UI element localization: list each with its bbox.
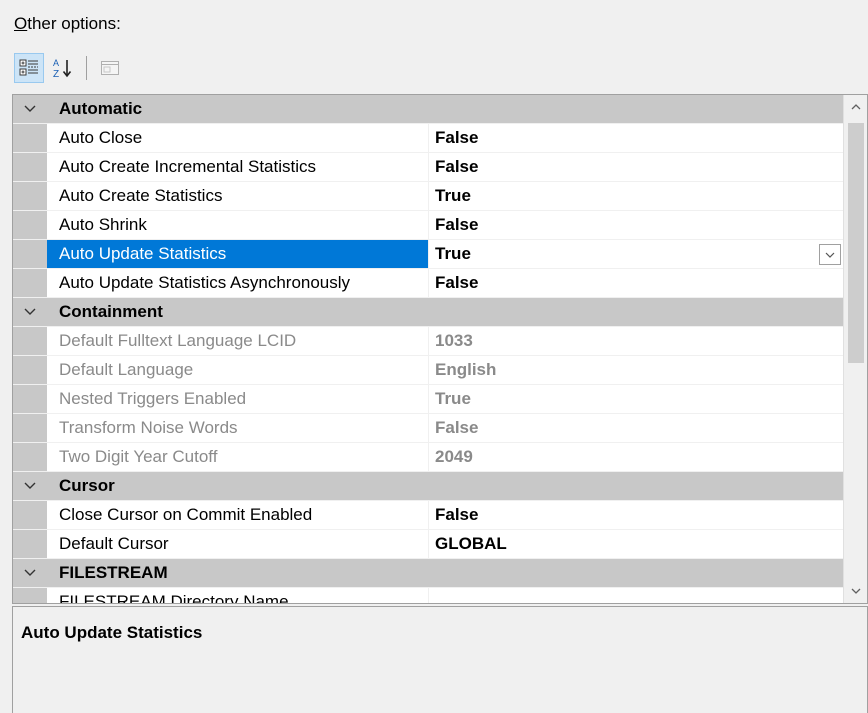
property-value[interactable]: True xyxy=(429,182,843,210)
property-grid-toolbar: A Z xyxy=(14,52,125,84)
other-options-label: Other options: xyxy=(14,14,121,33)
property-row[interactable]: Default Language English xyxy=(13,356,843,385)
property-name: Default Fulltext Language LCID xyxy=(47,327,429,355)
property-value: 2049 xyxy=(435,447,473,466)
collapse-toggle[interactable] xyxy=(13,559,47,587)
property-grid: Automatic Auto Close False Auto Create I… xyxy=(12,94,868,604)
property-value-dropdown[interactable]: True xyxy=(429,240,843,268)
dropdown-button[interactable] xyxy=(819,244,841,265)
property-name: Close Cursor on Commit Enabled xyxy=(47,501,429,529)
collapse-toggle[interactable] xyxy=(13,298,47,326)
property-value[interactable]: GLOBAL xyxy=(429,530,843,558)
property-name: Auto Update Statistics xyxy=(47,240,429,268)
property-value: True xyxy=(435,389,471,408)
property-row[interactable]: Auto Close False xyxy=(13,124,843,153)
category-label: Cursor xyxy=(59,476,115,495)
chevron-down-icon xyxy=(24,105,36,112)
property-name: Auto Create Statistics xyxy=(47,182,429,210)
property-value[interactable]: False xyxy=(429,269,843,297)
property-pages-icon xyxy=(101,61,119,75)
property-name: FILESTREAM Directory Name xyxy=(47,588,429,603)
alphabetical-icon: A Z xyxy=(53,58,72,79)
scroll-up-button[interactable] xyxy=(844,95,867,119)
chevron-down-icon xyxy=(24,482,36,489)
collapse-toggle[interactable] xyxy=(13,472,47,500)
property-name: Default Cursor xyxy=(47,530,429,558)
property-row[interactable]: Auto Shrink False xyxy=(13,211,843,240)
category-containment[interactable]: Containment xyxy=(13,298,843,327)
property-row[interactable]: FILESTREAM Directory Name xyxy=(13,588,843,603)
property-value[interactable]: False xyxy=(429,124,843,152)
property-value[interactable]: False xyxy=(429,501,843,529)
property-name: Auto Close xyxy=(47,124,429,152)
property-value: True xyxy=(435,244,471,263)
property-row[interactable]: Auto Create Statistics True xyxy=(13,182,843,211)
chevron-up-icon xyxy=(851,104,861,110)
property-row[interactable]: Default Fulltext Language LCID 1033 xyxy=(13,327,843,356)
vertical-scrollbar[interactable] xyxy=(843,95,867,603)
alphabetical-button[interactable]: A Z xyxy=(48,53,78,83)
categorized-button[interactable] xyxy=(14,53,44,83)
property-name: Nested Triggers Enabled xyxy=(47,385,429,413)
property-row[interactable]: Auto Create Incremental Statistics False xyxy=(13,153,843,182)
category-label: FILESTREAM xyxy=(59,563,168,582)
property-row[interactable]: Transform Noise Words False xyxy=(13,414,843,443)
property-row[interactable]: Default Cursor GLOBAL xyxy=(13,530,843,559)
category-filestream[interactable]: FILESTREAM xyxy=(13,559,843,588)
property-value[interactable]: False xyxy=(429,211,843,239)
property-value: 1033 xyxy=(435,331,473,350)
category-label: Containment xyxy=(59,302,163,321)
description-panel: Auto Update Statistics xyxy=(12,606,868,713)
scrollbar-thumb[interactable] xyxy=(848,123,864,363)
description-title: Auto Update Statistics xyxy=(21,623,203,642)
chevron-down-icon xyxy=(24,308,36,315)
property-row[interactable]: Nested Triggers Enabled True xyxy=(13,385,843,414)
svg-text:A: A xyxy=(53,58,59,68)
scroll-down-button[interactable] xyxy=(844,579,867,603)
property-pages-button[interactable] xyxy=(95,53,125,83)
property-value[interactable]: False xyxy=(429,153,843,181)
property-name: Auto Create Incremental Statistics xyxy=(47,153,429,181)
property-row[interactable]: Two Digit Year Cutoff 2049 xyxy=(13,443,843,472)
category-automatic[interactable]: Automatic xyxy=(13,95,843,124)
property-value[interactable] xyxy=(429,588,843,603)
property-value: False xyxy=(435,418,479,437)
property-name: Two Digit Year Cutoff xyxy=(47,443,429,471)
property-name: Default Language xyxy=(47,356,429,384)
toolbar-separator xyxy=(86,56,87,80)
property-row[interactable]: Auto Update Statistics Asynchronously Fa… xyxy=(13,269,843,298)
categorized-icon xyxy=(19,59,38,76)
chevron-down-icon xyxy=(825,252,835,258)
property-row-selected[interactable]: Auto Update Statistics True xyxy=(13,240,843,269)
property-value: English xyxy=(435,360,497,379)
chevron-down-icon xyxy=(851,588,861,594)
category-label: Automatic xyxy=(59,99,143,118)
property-name: Auto Shrink xyxy=(47,211,429,239)
collapse-toggle[interactable] xyxy=(13,95,47,123)
property-name: Transform Noise Words xyxy=(47,414,429,442)
property-row[interactable]: Close Cursor on Commit Enabled False xyxy=(13,501,843,530)
svg-text:Z: Z xyxy=(53,69,59,79)
chevron-down-icon xyxy=(24,569,36,576)
category-cursor[interactable]: Cursor xyxy=(13,472,843,501)
property-name: Auto Update Statistics Asynchronously xyxy=(47,269,429,297)
